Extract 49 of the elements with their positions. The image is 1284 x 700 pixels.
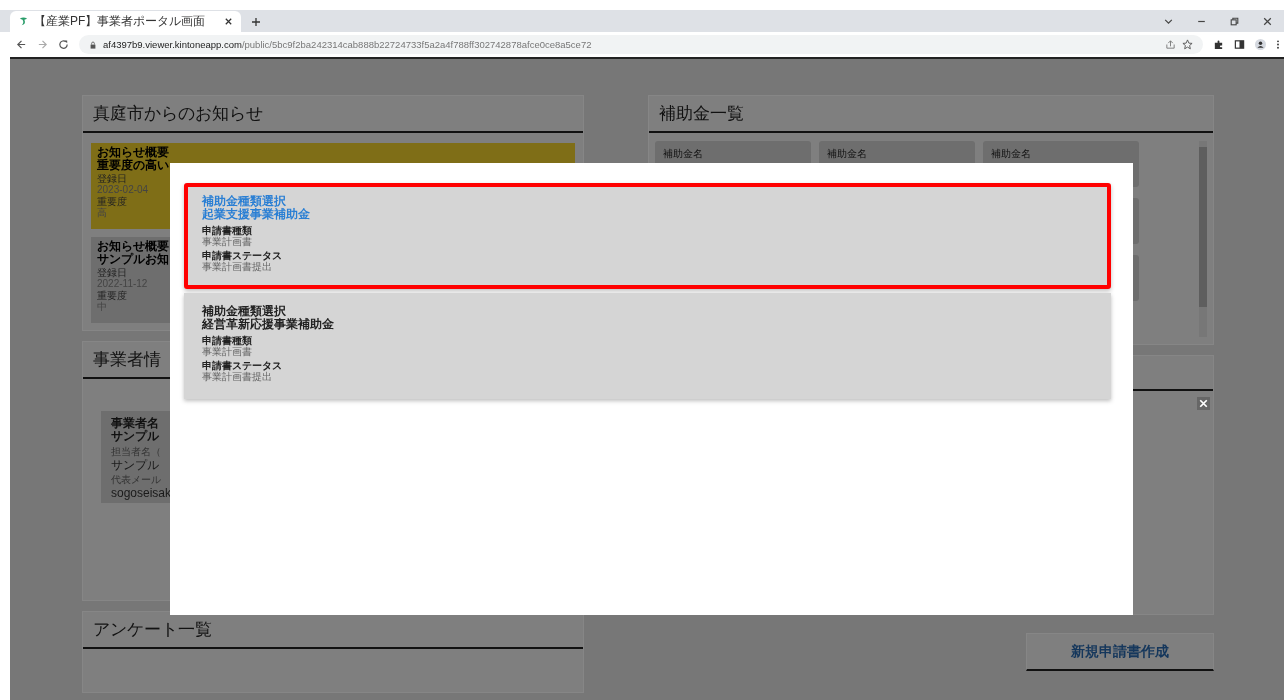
lock-icon <box>89 40 97 49</box>
new-tab-icon[interactable] <box>251 17 261 27</box>
star-icon[interactable] <box>1182 39 1193 50</box>
more-icon[interactable] <box>1276 39 1280 50</box>
scrollbar[interactable] <box>1199 141 1207 337</box>
application-type: 事業計画書 <box>202 236 253 247</box>
profile-icon[interactable] <box>1255 39 1266 50</box>
restore-icon[interactable] <box>1229 16 1240 27</box>
notice-summary: お知らせ概要 重要度の高い <box>97 146 169 172</box>
reload-icon[interactable] <box>58 39 69 50</box>
puzzle-icon[interactable] <box>1213 39 1224 50</box>
close-window-icon[interactable] <box>1262 16 1273 27</box>
field-label: 重要度 <box>97 290 127 301</box>
email-value: sogoseisak <box>111 487 173 499</box>
address-field[interactable]: af4397b9.viewer.kintoneapp.com/public/5bc9f2ba242314cab888b22724733f5a2a4f788ff302742878afce0ce8a5ce72 <box>79 35 1203 54</box>
back-icon[interactable] <box>16 39 27 50</box>
side-panel-icon[interactable] <box>1234 39 1245 50</box>
business-name-label: 事業者名 <box>111 417 160 430</box>
subsidy-option[interactable]: 補助金種類選択 経営革新応援事業補助金 申請書種類 事業計画書 申請書ステータス 事業計画書提出 <box>184 293 1111 399</box>
panel-title: 真庭市からのお知らせ <box>83 96 583 133</box>
scrollbar-thumb[interactable] <box>1199 147 1207 307</box>
url-text: af4397b9.viewer.kintoneapp.com/public/5bc9f2ba242314cab888b22724733f5a2a4f788ff302742878afce0ce8a5ce72 <box>103 39 592 50</box>
field-label: 申請書ステータス <box>202 250 283 261</box>
browser-tab[interactable]: 【産業PF】事業者ポータル画面 <box>10 11 241 32</box>
tab-title: 【産業PF】事業者ポータル画面 <box>34 13 207 30</box>
close-tab-icon[interactable] <box>224 17 233 26</box>
application-status: 事業計画書提出 <box>202 261 273 272</box>
subsidy-name-label: 補助金名 <box>991 148 1031 159</box>
field-label: 申請書種類 <box>202 225 253 236</box>
field-label: 申請書ステータス <box>202 360 283 371</box>
application-type: 事業計画書 <box>202 346 253 357</box>
subsidy-name-label: 補助金名 <box>827 148 867 159</box>
subsidy-name-label: 補助金名 <box>663 148 703 159</box>
panel-title: 補助金一覧 <box>649 96 1213 133</box>
close-icon[interactable] <box>1197 397 1210 410</box>
option-title: 補助金種類選択 経営革新応援事業補助金 <box>202 305 335 331</box>
application-status: 事業計画書提出 <box>202 371 273 382</box>
share-icon[interactable] <box>1165 39 1176 50</box>
notice-summary: お知らせ概要 サンプルお知 <box>97 240 169 266</box>
field-label: 登録日 <box>97 267 127 278</box>
app-logo-icon <box>18 16 29 27</box>
subsidy-option[interactable]: 補助金種類選択 起業支援事業補助金 申請書種類 事業計画書 申請書ステータス 事業計画書提出 <box>184 183 1111 289</box>
importance-value: 高 <box>97 207 107 218</box>
notice-date: 2023-02-04 <box>97 184 149 195</box>
field-label: 重要度 <box>97 196 127 207</box>
option-title: 補助金種類選択 起業支援事業補助金 <box>202 195 311 221</box>
business-name: サンプル <box>111 430 160 443</box>
field-label: 登録日 <box>97 173 127 184</box>
contact-name: サンプル <box>111 459 160 471</box>
